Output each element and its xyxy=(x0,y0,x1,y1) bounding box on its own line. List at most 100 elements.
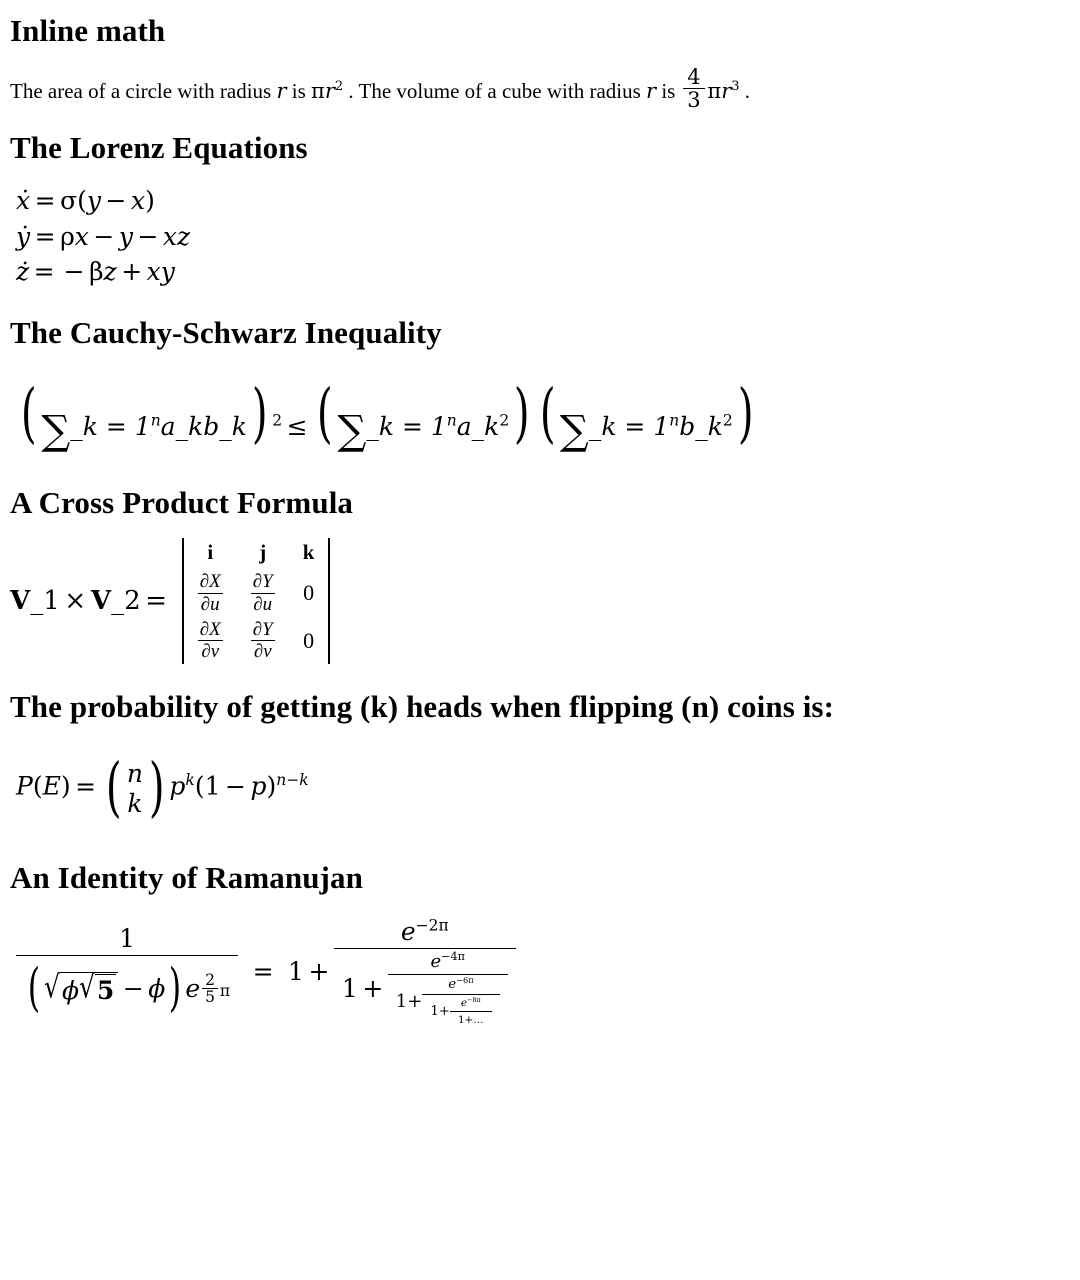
sigma-symbol: σ xyxy=(60,186,78,216)
plus-sign: + xyxy=(121,257,143,287)
binomial-top: n xyxy=(126,759,144,789)
open-paren: ( xyxy=(27,958,41,1019)
equals-sign: = xyxy=(252,956,274,986)
heading-binomial: The probability of getting (k) heads whe… xyxy=(10,689,835,725)
close-paren: ) xyxy=(148,750,165,826)
cf-numerator-4: e−8π xyxy=(450,997,492,1011)
open-paren: ( xyxy=(316,375,333,451)
continued-fraction-level-3: e−6π 1+ e−8π 1+… xyxy=(422,976,500,1026)
minus-sign: − xyxy=(93,221,115,251)
minus-sign: − xyxy=(224,772,246,802)
euler-e: e xyxy=(430,950,442,972)
euler-e: e xyxy=(185,973,201,1003)
z-dot: ż xyxy=(16,257,30,287)
variable-x: x xyxy=(74,221,89,251)
rho-symbol: ρ xyxy=(60,221,75,251)
exponent-minus-4pi: −4π xyxy=(441,949,465,963)
sum-lower-limit: _k = 1 xyxy=(588,411,670,441)
ramanujan-equation: 1 (√ϕ√5− ϕ) e 2 5 π = 1 + e−2π 1 + e−4π 1+ e−6… xyxy=(16,917,1062,1026)
partial-dX-du: ∂X ∂u xyxy=(197,571,223,615)
text-fragment: . The volume of a cube with radius xyxy=(343,79,647,104)
sum-upper-limit: n xyxy=(669,411,680,430)
equation-line: (∑_k = 1na_kb_k) 2 ≤(∑_k = 1na_k2)(∑_k = 1… xyxy=(16,368,1062,460)
cf-numerator-1: e−2π xyxy=(334,917,516,948)
event-e: E xyxy=(42,772,61,802)
sum-upper-limit: n xyxy=(446,411,457,430)
close-paren: ) xyxy=(145,186,155,216)
y-dot: ẏ xyxy=(16,221,31,251)
exponent: 3 xyxy=(731,79,740,95)
cf-tail: 1+… xyxy=(449,1010,492,1026)
determinant-grid: i j k ∂X ∂u ∂Y ∂u 0 ∂X ∂v ∂Y ∂v 0 xyxy=(184,538,329,664)
sum-upper-limit: n xyxy=(150,411,161,430)
summand: a_k xyxy=(456,411,500,441)
expression-pi-r-squared: πr2 xyxy=(311,79,343,103)
one-plus: 1+ xyxy=(395,990,423,1012)
summation-icon: ∑ xyxy=(337,405,367,454)
exponent-minus-8pi: −8π xyxy=(466,995,481,1004)
open-paren: ( xyxy=(77,186,87,216)
matrix-zero: 0 xyxy=(303,627,315,653)
heading-cauchy-schwarz: The Cauchy-Schwarz Inequality xyxy=(10,314,442,350)
heading-lorenz: The Lorenz Equations xyxy=(10,130,308,166)
cf-numerator-2: e−4π xyxy=(388,951,508,974)
fraction-numerator: 4 xyxy=(687,65,701,90)
outer-square-root: √ϕ√5 xyxy=(44,968,119,1005)
minus-sign: − xyxy=(105,186,127,216)
text-fragment: The area of a circle with radius xyxy=(10,79,277,104)
exponent-numerator: 2 xyxy=(205,970,215,989)
partial-numerator: ∂Y xyxy=(252,618,273,640)
matrix-zero: 0 xyxy=(303,580,315,606)
number-one: 1 xyxy=(288,956,304,986)
fraction-denominator: 3 xyxy=(682,88,706,111)
radicand: ϕ√5 xyxy=(59,969,119,1005)
continued-fraction-level-1: e−2π 1 + e−4π 1+ e−6π 1+ e−8π 1+… xyxy=(333,917,516,1026)
probability-p: p xyxy=(169,772,186,802)
open-paren: ( xyxy=(539,375,556,451)
variable-r: r xyxy=(646,79,657,104)
pi-symbol: π xyxy=(311,79,325,104)
variable-y: y xyxy=(86,186,102,216)
equation-line: P(E) =(n k) pk(1− p)n−k xyxy=(16,742,1062,834)
binomial-equation: P(E) =(n k) pk(1− p)n−k xyxy=(16,742,1062,834)
partial-numerator: ∂X xyxy=(199,571,221,593)
minus-sign: − xyxy=(63,257,85,287)
partial-denominator: ∂v xyxy=(250,640,275,662)
less-than-or-equal-sign: ≤ xyxy=(286,411,308,441)
times-sign: × xyxy=(64,586,87,617)
euler-e: e xyxy=(448,976,457,992)
section-inline-math: Inline math The area of a circle with ra… xyxy=(10,13,1062,111)
radical-sign: √ xyxy=(44,968,60,1005)
heading-ramanujan: An Identity of Ramanujan xyxy=(10,859,363,895)
subscript-1: _1 xyxy=(30,586,60,617)
x-dot: ẋ xyxy=(16,186,31,216)
beta-symbol: β xyxy=(89,257,104,287)
radicand-five: 5 xyxy=(94,973,117,1005)
open-paren: ( xyxy=(105,750,122,826)
heading-inline-math: Inline math xyxy=(10,13,166,48)
sum-lower-limit: _k = 1 xyxy=(366,411,447,441)
fraction-four-thirds: 43 xyxy=(682,65,706,111)
sum-lower-limit: _k = 1 xyxy=(70,411,151,441)
lhs-numerator: 1 xyxy=(119,924,135,954)
inline-math-paragraph: The area of a circle with radius r is πr… xyxy=(10,66,1062,111)
exponent: 2 xyxy=(272,411,283,430)
summation-icon: ∑ xyxy=(559,405,589,454)
unit-vector-j: j xyxy=(259,540,267,565)
one-plus: 1+ xyxy=(430,1003,450,1019)
continued-fraction-level-4: e−8π 1+… xyxy=(449,997,492,1026)
determinant-right-bar xyxy=(328,538,331,665)
variable-r: r xyxy=(276,79,287,104)
partial-denominator: ∂u xyxy=(250,592,275,615)
exponent: 2 xyxy=(334,79,344,95)
cross-product-equation: V_1 × V_2 = i j k ∂X ∂u ∂Y ∂u 0 ∂X ∂v ∂Y ∂v 0 xyxy=(10,538,1062,665)
term-xy: xy xyxy=(146,257,175,287)
section-binomial: The probability of getting (k) heads whe… xyxy=(10,690,1062,834)
summand: a_kb_k xyxy=(160,411,247,441)
partial-denominator: ∂u xyxy=(197,592,223,615)
exponent-minus-2pi: −2π xyxy=(415,916,449,935)
partial-denominator: ∂v xyxy=(197,640,223,662)
partial-dX-dv: ∂X ∂v xyxy=(197,619,223,663)
heading-cross-product: A Cross Product Formula xyxy=(10,485,354,521)
number-one: 1 xyxy=(204,772,221,802)
